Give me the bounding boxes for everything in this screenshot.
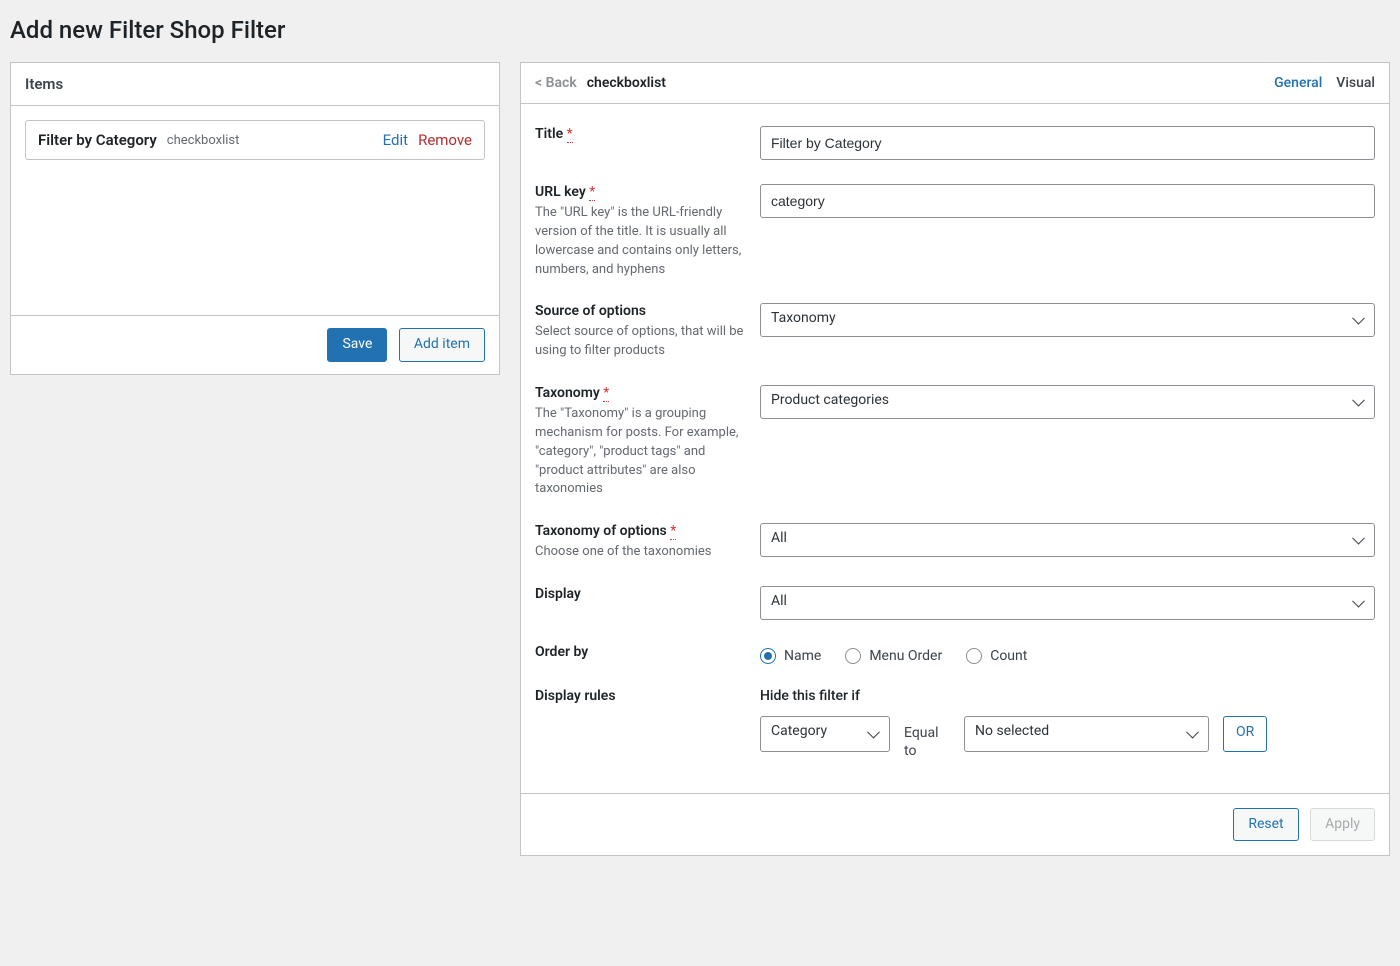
required-star: * bbox=[670, 523, 676, 540]
required-star: * bbox=[567, 126, 573, 143]
editor-header: < Back checkboxlist General Visual bbox=[521, 63, 1389, 104]
rules-value-select[interactable]: No selected bbox=[964, 716, 1209, 752]
item-type: checkboxlist bbox=[167, 133, 240, 148]
orderby-name-label: Name bbox=[784, 648, 821, 664]
taxonomy-help: The "Taxonomy" is a grouping mechanism f… bbox=[535, 405, 748, 499]
tab-general[interactable]: General bbox=[1274, 75, 1322, 91]
orderby-label: Order by bbox=[535, 644, 748, 660]
rules-category-select[interactable]: Category bbox=[760, 716, 890, 752]
item-row[interactable]: Filter by Category checkboxlist Edit Rem… bbox=[25, 120, 485, 160]
orderby-radio-group: Name Menu Order Count bbox=[760, 644, 1375, 664]
items-list: Filter by Category checkboxlist Edit Rem… bbox=[11, 106, 499, 316]
orderby-menu[interactable]: Menu Order bbox=[845, 648, 942, 664]
radio-icon bbox=[845, 648, 861, 664]
add-item-button[interactable]: Add item bbox=[399, 328, 485, 362]
required-star: * bbox=[603, 385, 609, 402]
title-input[interactable] bbox=[760, 126, 1375, 160]
tab-visual[interactable]: Visual bbox=[1336, 75, 1375, 91]
rules-row: Category Equal to No selected OR bbox=[760, 716, 1375, 760]
rules-header: Hide this filter if bbox=[760, 688, 1375, 704]
back-button[interactable]: < Back bbox=[535, 75, 577, 91]
url-key-label: URL key bbox=[535, 184, 586, 200]
required-star: * bbox=[589, 184, 595, 201]
source-select[interactable]: Taxonomy bbox=[760, 303, 1375, 337]
radio-icon bbox=[966, 648, 982, 664]
rules-label: Display rules bbox=[535, 688, 748, 704]
items-header: Items bbox=[11, 63, 499, 106]
orderby-count[interactable]: Count bbox=[966, 648, 1027, 664]
source-label: Source of options bbox=[535, 303, 748, 319]
editor-footer: Reset Apply bbox=[521, 793, 1389, 856]
item-remove-link[interactable]: Remove bbox=[418, 131, 472, 149]
url-key-help: The "URL key" is the URL-friendly versio… bbox=[535, 204, 748, 279]
radio-icon bbox=[760, 648, 776, 664]
apply-button[interactable]: Apply bbox=[1310, 808, 1375, 842]
tax-options-label: Taxonomy of options bbox=[535, 523, 667, 539]
reset-button[interactable]: Reset bbox=[1233, 808, 1298, 842]
orderby-menu-label: Menu Order bbox=[869, 648, 942, 664]
item-edit-link[interactable]: Edit bbox=[383, 131, 408, 149]
tax-options-select[interactable]: All bbox=[760, 523, 1375, 557]
orderby-name[interactable]: Name bbox=[760, 648, 821, 664]
editor-title: checkboxlist bbox=[587, 75, 666, 91]
item-title: Filter by Category bbox=[38, 131, 157, 149]
taxonomy-select[interactable]: Product categories bbox=[760, 385, 1375, 419]
display-select[interactable]: All bbox=[760, 586, 1375, 620]
form-body: Title * URL key * The "URL key" is the U… bbox=[521, 104, 1389, 793]
editor-panel: < Back checkboxlist General Visual Title… bbox=[520, 62, 1390, 856]
rules-equal-label: Equal to bbox=[904, 716, 950, 760]
display-label: Display bbox=[535, 586, 748, 602]
orderby-count-label: Count bbox=[990, 648, 1027, 664]
items-panel: Items Filter by Category checkboxlist Ed… bbox=[10, 62, 500, 375]
page-title: Add new Filter Shop Filter bbox=[10, 16, 1390, 44]
tax-options-help: Choose one of the taxonomies bbox=[535, 543, 748, 562]
rules-or-button[interactable]: OR bbox=[1223, 716, 1267, 752]
source-help: Select source of options, that will be u… bbox=[535, 323, 748, 361]
url-key-input[interactable] bbox=[760, 184, 1375, 218]
taxonomy-label: Taxonomy bbox=[535, 385, 600, 401]
title-label: Title bbox=[535, 126, 563, 142]
items-footer: Save Add item bbox=[11, 316, 499, 374]
save-button[interactable]: Save bbox=[327, 328, 387, 362]
